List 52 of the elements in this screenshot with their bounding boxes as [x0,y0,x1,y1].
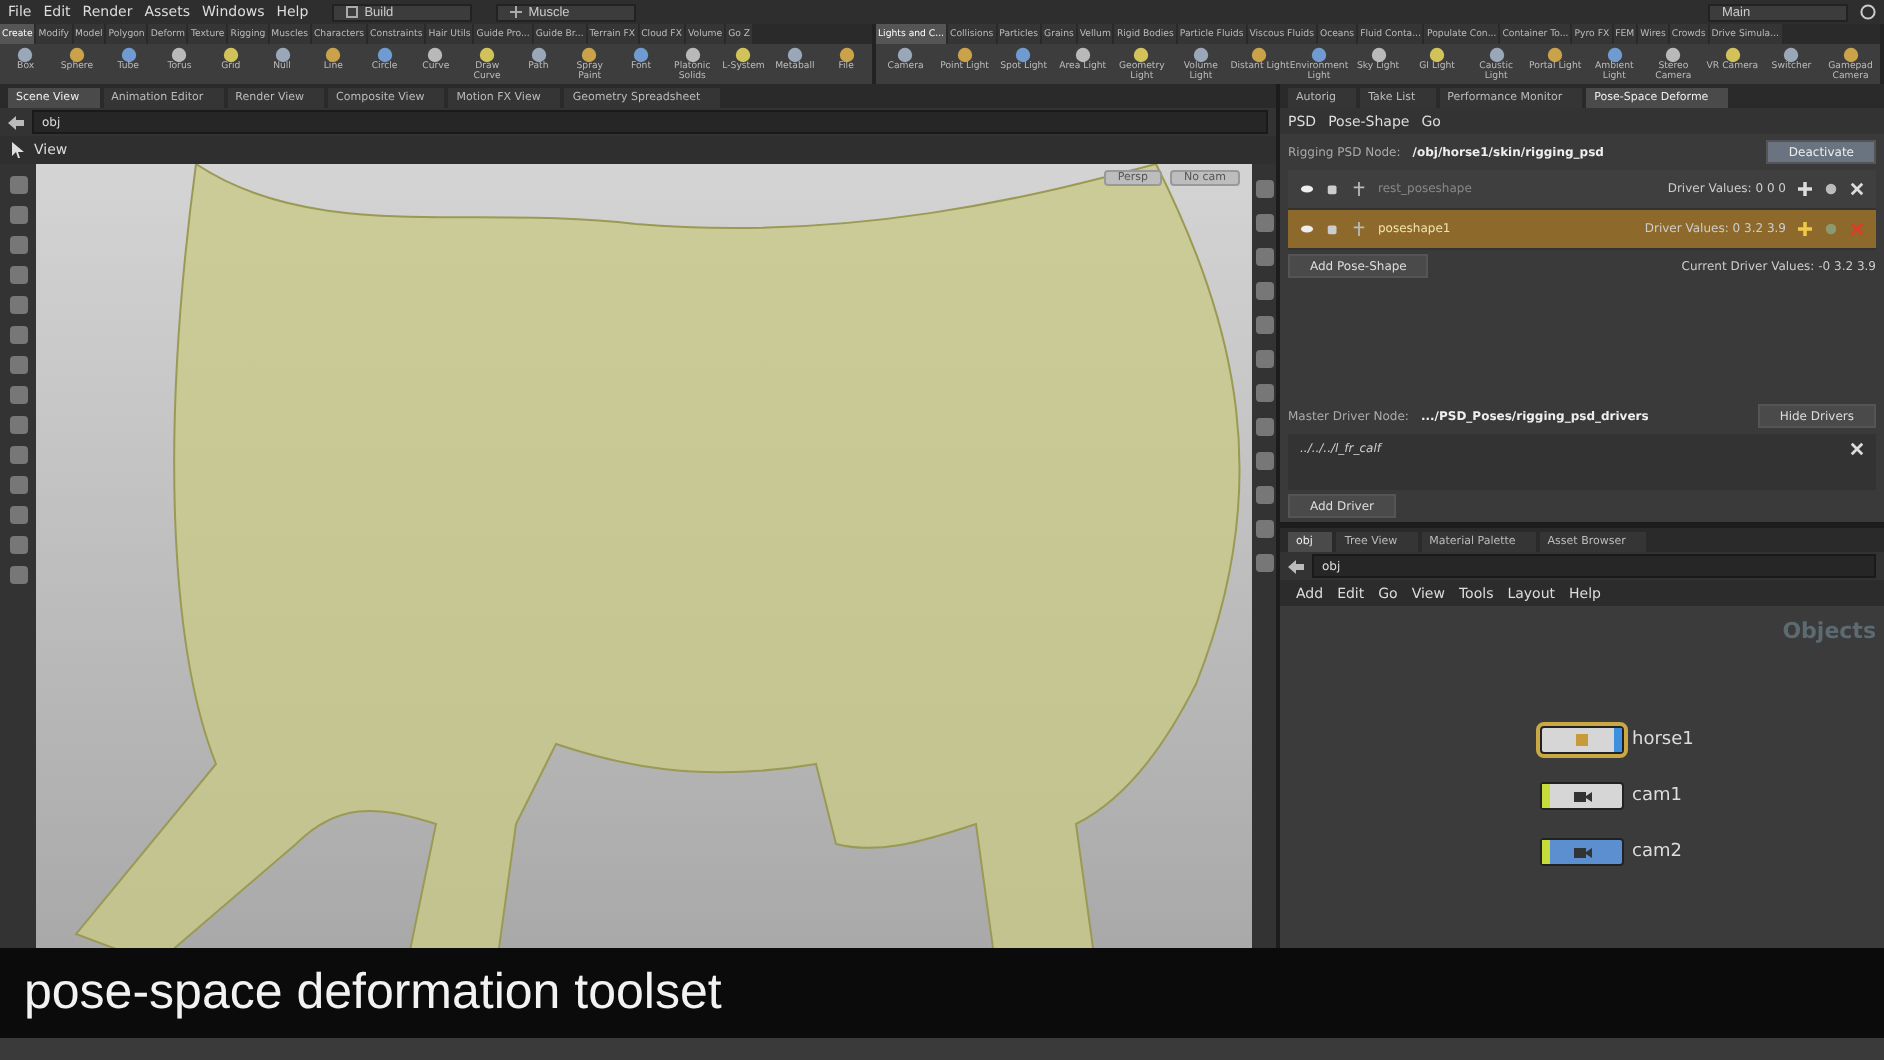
arrow-cursor-icon[interactable] [12,142,26,158]
tool-icon [1309,46,1328,64]
eye-icon[interactable] [1300,222,1314,236]
tool-icon [170,46,189,64]
network-node[interactable] [1540,782,1624,810]
box-icon [1574,732,1590,748]
tool-icon [1487,46,1506,64]
node-label: cam2 [1632,842,1682,862]
tool-icon [1073,46,1092,64]
tool-icon [1605,46,1624,64]
tool-icon [632,46,650,64]
caption-text: pose-space deformation toolset [24,964,722,1022]
eye-icon[interactable] [1300,182,1314,196]
tool-icon [1369,46,1388,64]
tool-icon [221,46,240,64]
back-arrow-icon[interactable] [1288,559,1304,573]
tool-icon [1250,46,1269,64]
tool-icon [580,46,599,64]
window-icon [346,6,359,18]
tool-icon [529,46,548,64]
back-arrow-icon[interactable] [8,115,24,129]
network-node[interactable] [1540,838,1624,866]
tool-icon [324,46,343,64]
tool-icon [375,46,394,64]
tool-icon [1782,46,1801,64]
tool-icon [785,46,804,64]
tool-icon [67,46,86,64]
tool-icon [734,46,753,64]
tool-icon [273,46,292,64]
network-node[interactable] [1540,726,1624,754]
tool-icon [1546,46,1565,64]
tool-icon [16,46,35,64]
tool-icon [119,46,138,64]
tool-icon [1841,46,1860,64]
tool-icon [1014,46,1033,64]
tool-icon [1664,46,1683,64]
tool-icon [1428,46,1447,64]
cross-icon [510,6,523,18]
tool-icon [896,46,915,64]
camera-icon [1573,845,1591,859]
node-label: cam1 [1632,786,1682,806]
tool-icon [837,46,856,64]
camera-icon [1573,789,1591,803]
plus-icon[interactable] [1798,182,1812,196]
tool-icon [683,46,702,64]
tool-icon [478,46,497,64]
tool-icon [1191,46,1210,64]
tool-icon [426,46,445,64]
node-label: horse1 [1632,730,1694,750]
tool-icon [1723,46,1742,64]
tool-icon [955,46,974,64]
tool-icon [1132,46,1151,64]
